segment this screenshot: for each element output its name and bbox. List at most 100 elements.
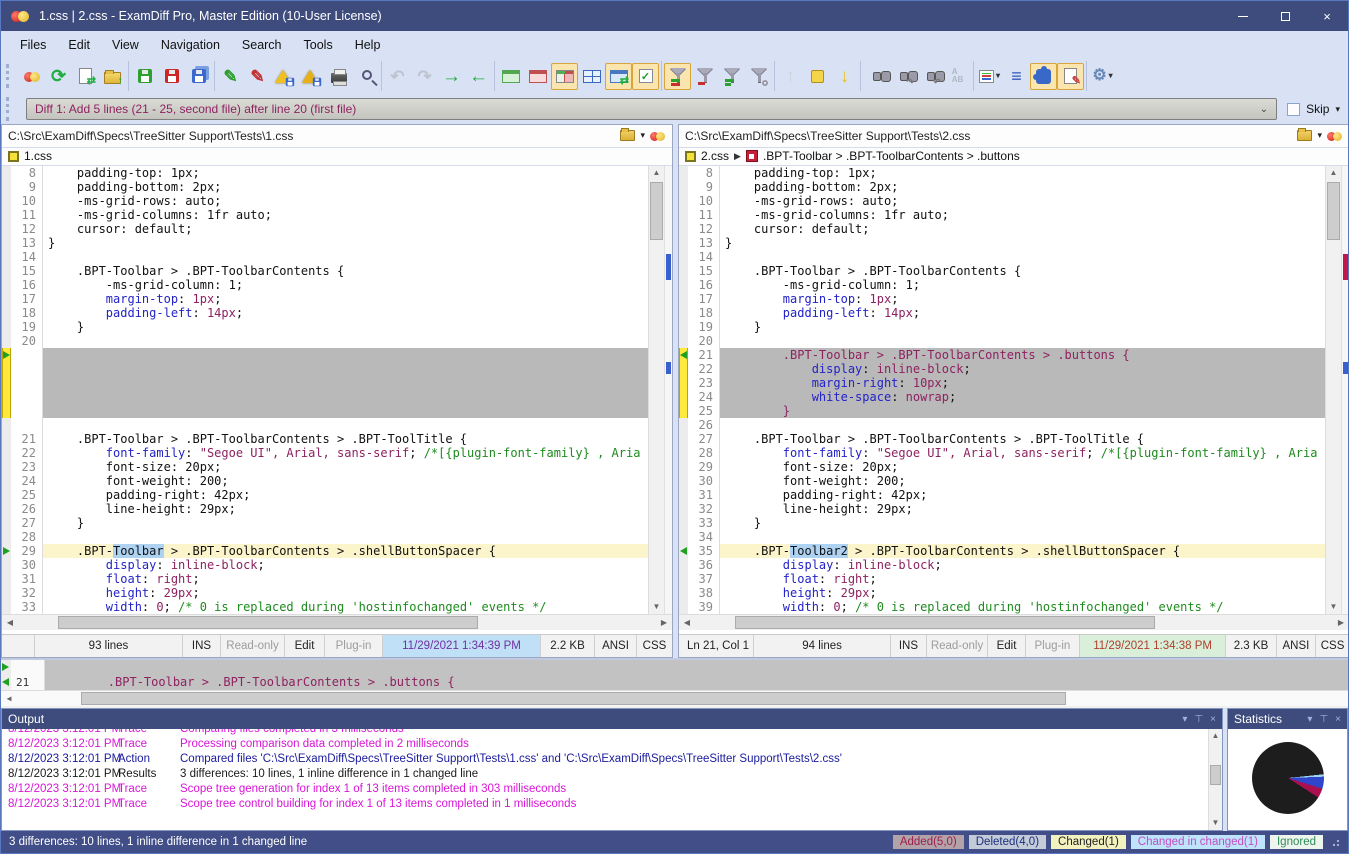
breadcrumb-item[interactable]: .BPT-Toolbar > .BPT-ToolbarContents > .b… <box>763 149 1020 163</box>
code-line[interactable]: 37 float: right; <box>679 572 1325 586</box>
code-line[interactable] <box>2 418 648 432</box>
scrollbar-thumb[interactable] <box>1210 765 1221 785</box>
copy-path-icon[interactable] <box>1297 130 1312 141</box>
code-line[interactable]: 19 } <box>679 320 1325 334</box>
code-line[interactable]: 32 height: 29px; <box>2 586 648 600</box>
diff-map-marker[interactable] <box>1343 362 1348 374</box>
code-line[interactable]: 29 font-size: 20px; <box>679 460 1325 474</box>
preview-row[interactable] <box>1 660 1348 675</box>
code-lines[interactable]: 8 padding-top: 1px;9 padding-bottom: 2px… <box>679 166 1325 614</box>
copy-right-arrow-icon[interactable] <box>3 351 10 359</box>
recompare-files-button[interactable]: ⇄ <box>72 63 99 90</box>
find-previous-button[interactable]: ↶ <box>917 63 944 90</box>
scroll-right-icon[interactable]: ▶ <box>656 615 672 630</box>
code-line[interactable]: 17 margin-top: 1px; <box>679 292 1325 306</box>
show-line-inspector-button[interactable]: ✓ <box>632 63 659 90</box>
scrollbar-thumb[interactable] <box>81 692 1066 705</box>
scrollbar-thumb[interactable] <box>735 616 1155 629</box>
code-line[interactable]: 26 <box>679 418 1325 432</box>
code-line[interactable]: 32 line-height: 29px; <box>679 502 1325 516</box>
synchronize-scrolling-button[interactable]: ⇄ <box>605 63 632 90</box>
close-icon[interactable]: × <box>1210 714 1216 725</box>
horizontal-scrollbar[interactable]: ◀▶ <box>2 614 672 630</box>
code-line[interactable]: 31 padding-right: 42px; <box>679 488 1325 502</box>
close-icon[interactable]: × <box>1335 714 1341 725</box>
refresh-compare-button[interactable]: ⟳ <box>45 63 72 90</box>
code-line[interactable]: 14 <box>2 250 648 264</box>
scroll-down-icon[interactable]: ▼ <box>1326 600 1341 614</box>
code-line[interactable]: 11 -ms-grid-columns: 1fr auto; <box>2 208 648 222</box>
code-line[interactable] <box>2 348 648 362</box>
search-differences-button[interactable] <box>745 63 772 90</box>
skip-checkbox[interactable] <box>1287 103 1300 116</box>
menu-item-files[interactable]: Files <box>9 34 57 56</box>
copy-left-arrow-icon[interactable] <box>680 351 687 359</box>
minimize-button[interactable] <box>1222 1 1264 31</box>
vertical-scrollbar[interactable]: ▲▼ <box>648 166 664 614</box>
menu-item-help[interactable]: Help <box>344 34 392 56</box>
pin-icon[interactable]: ⊤ <box>1194 714 1203 725</box>
output-log-row[interactable]: 8/12/2023 3:12:01 PMResults3 differences… <box>2 767 1208 782</box>
code-line[interactable]: 12 cursor: default; <box>2 222 648 236</box>
show-first-pane-button[interactable] <box>497 63 524 90</box>
redo-button[interactable]: ↷ <box>411 63 438 90</box>
code-line[interactable]: 30 display: inline-block; <box>2 558 648 572</box>
menu-item-navigation[interactable]: Navigation <box>150 34 231 56</box>
code-line[interactable]: 27 .BPT-Toolbar > .BPT-ToolbarContents >… <box>679 432 1325 446</box>
diffbar-grip[interactable] <box>6 97 13 121</box>
scroll-left-icon[interactable]: ◀ <box>679 615 695 630</box>
resize-grip[interactable] <box>1332 837 1342 847</box>
scroll-up-icon[interactable]: ▲ <box>1326 166 1341 180</box>
scrollbar-thumb[interactable] <box>650 182 663 240</box>
output-scrollbar[interactable]: ▲ ▼ <box>1208 729 1222 830</box>
code-line[interactable]: 25 padding-right: 42px; <box>2 488 648 502</box>
toolbar-grip[interactable] <box>6 64 13 88</box>
menu-item-search[interactable]: Search <box>231 34 293 56</box>
code-line[interactable]: 12 cursor: default; <box>679 222 1325 236</box>
output-log-row[interactable]: 8/12/2023 3:12:01 PMTraceComparing files… <box>2 729 1208 737</box>
code-line[interactable]: 39 width: 0; /* 0 is replaced during 'ho… <box>679 600 1325 614</box>
find-next-button[interactable]: ↷ <box>890 63 917 90</box>
code-line[interactable]: 28 font-family: "Segoe UI", Arial, sans-… <box>679 446 1325 460</box>
code-line[interactable]: 25 } <box>679 404 1325 418</box>
scroll-up-icon[interactable]: ▲ <box>1209 729 1222 743</box>
code-line[interactable]: 33 } <box>679 516 1325 530</box>
code-line[interactable]: 14 <box>679 250 1325 264</box>
code-line[interactable]: 15 .BPT-Toolbar > .BPT-ToolbarContents { <box>679 264 1325 278</box>
code-line[interactable]: 21 .BPT-Toolbar > .BPT-ToolbarContents >… <box>2 432 648 446</box>
menu-item-edit[interactable]: Edit <box>57 34 101 56</box>
find-button[interactable] <box>863 63 890 90</box>
chevron-down-icon[interactable]: ▾ <box>1307 714 1312 725</box>
code-line[interactable]: 16 -ms-grid-column: 1; <box>679 278 1325 292</box>
code-line[interactable]: 36 display: inline-block; <box>679 558 1325 572</box>
code-line[interactable]: 33 width: 0; /* 0 is replaced during 'ho… <box>2 600 648 614</box>
save-first-as-button[interactable] <box>271 63 298 90</box>
menu-item-tools[interactable]: Tools <box>293 34 344 56</box>
code-line[interactable]: 13} <box>679 236 1325 250</box>
diff-map-marker[interactable] <box>666 254 671 280</box>
code-line[interactable]: 9 padding-bottom: 2px; <box>2 180 648 194</box>
code-line[interactable]: 23 font-size: 20px; <box>2 460 648 474</box>
show-all-differences-button[interactable] <box>664 63 691 90</box>
show-deleted-only-button[interactable] <box>691 63 718 90</box>
output-log-row[interactable]: 8/12/2023 3:12:01 PMTraceScope tree gene… <box>2 782 1208 797</box>
undo-button[interactable]: ↶ <box>384 63 411 90</box>
code-line[interactable]: 18 padding-left: 14px; <box>679 306 1325 320</box>
code-line[interactable]: 20 <box>2 334 648 348</box>
code-line[interactable] <box>2 390 648 404</box>
code-line[interactable]: 18 padding-left: 14px; <box>2 306 648 320</box>
code-line[interactable] <box>2 362 648 376</box>
skip-menu-caret-icon[interactable]: ▾ <box>1335 104 1340 115</box>
show-all-panes-button[interactable] <box>578 63 605 90</box>
chevron-down-icon[interactable]: ▾ <box>1317 130 1322 141</box>
editor-options-button[interactable]: ✎ <box>1057 63 1084 90</box>
preview-scrollbar[interactable]: ◀ <box>1 690 1348 706</box>
diff-map-marker[interactable] <box>1343 254 1348 280</box>
copy-left-arrow-icon[interactable] <box>680 547 687 555</box>
open-files-button[interactable]: ↑ <box>99 63 126 90</box>
code-line[interactable]: 13} <box>2 236 648 250</box>
previous-difference-button[interactable]: ↑ <box>777 63 804 90</box>
current-difference-button[interactable] <box>804 63 831 90</box>
code-line[interactable] <box>2 376 648 390</box>
code-line[interactable]: 28 <box>2 530 648 544</box>
